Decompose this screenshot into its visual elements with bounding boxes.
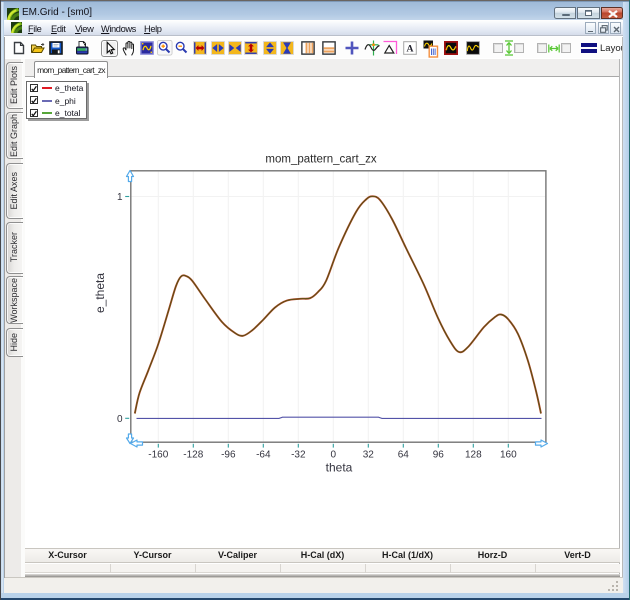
svg-text:64: 64 (398, 450, 410, 461)
svg-text:96: 96 (433, 450, 445, 461)
svg-text:0: 0 (117, 414, 123, 425)
svg-text:theta: theta (326, 461, 353, 475)
svg-text:128: 128 (465, 450, 482, 461)
svg-text:32: 32 (363, 450, 375, 461)
svg-text:160: 160 (500, 450, 517, 461)
svg-text:A: A (407, 44, 414, 55)
svg-text:-64: -64 (256, 450, 271, 461)
svg-text:mom_pattern_cart_zx: mom_pattern_cart_zx (265, 154, 376, 166)
svg-text:1: 1 (117, 192, 123, 203)
svg-text:-160: -160 (148, 450, 168, 461)
svg-text:-32: -32 (291, 450, 306, 461)
svg-text:e_theta: e_theta (93, 273, 107, 313)
svg-text:-96: -96 (221, 450, 236, 461)
svg-text:0: 0 (331, 450, 337, 461)
svg-text:-128: -128 (183, 450, 203, 461)
